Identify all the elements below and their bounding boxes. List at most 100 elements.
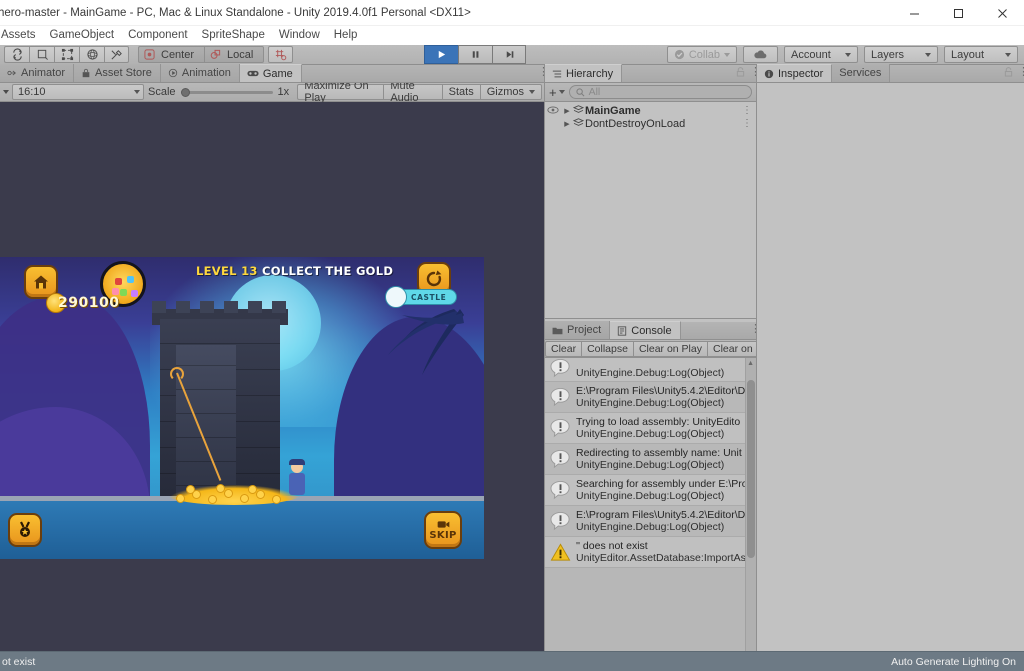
game-view-stage[interactable]: 290100 LEVEL 13 COLLECT THE GOLD CASTLE <box>0 102 544 669</box>
tab-asset-store-label: Asset Store <box>95 67 152 79</box>
log-text: E:\Program Files\Unity5.4.2\Editor\D Uni… <box>576 385 745 409</box>
log-row[interactable]: E:\Program Files\Unity5.4.2\Editor\D Uni… <box>545 506 756 537</box>
gizmos-button[interactable]: Gizmos <box>479 84 542 100</box>
game-render-area[interactable]: 290100 LEVEL 13 COLLECT THE GOLD CASTLE <box>0 257 484 559</box>
handle-label: Local <box>227 48 254 61</box>
log-row[interactable]: Trying to load assembly: UnityEdito Unit… <box>545 413 756 444</box>
tab-hierarchy[interactable]: Hierarchy <box>545 64 623 82</box>
scale-slider-group[interactable]: Scale 1x <box>144 86 289 98</box>
transform-tool-icon[interactable] <box>104 46 129 63</box>
tab-asset-store[interactable]: Asset Store <box>74 64 161 82</box>
pause-button[interactable] <box>458 45 492 64</box>
vertical-divider-right[interactable] <box>756 65 757 651</box>
coin-count: 290100 <box>58 295 120 311</box>
collapse-button[interactable]: Collapse <box>581 340 633 357</box>
level-number: LEVEL 13 <box>196 264 258 278</box>
pivot-center-button[interactable]: Center <box>138 46 205 63</box>
log-row[interactable]: '' does not exist UnityEditor.AssetDatab… <box>545 537 756 568</box>
step-button[interactable] <box>492 45 526 64</box>
tab-animator-label: Animator <box>21 67 66 79</box>
collab-caret-icon <box>724 52 730 57</box>
layers-dropdown[interactable]: Layers <box>864 46 938 63</box>
hierarchy-row-menu-icon[interactable]: ⋮ <box>742 105 752 116</box>
tab-services[interactable]: Services <box>832 64 891 82</box>
account-dropdown[interactable]: Account <box>784 46 858 63</box>
info-icon <box>550 358 571 379</box>
hierarchy-row-menu-icon[interactable]: ⋮ <box>742 118 752 129</box>
maximize-on-play-button[interactable]: Maximize On Play <box>297 80 384 104</box>
scale-slider-track[interactable] <box>180 87 273 97</box>
rotate-tool-icon[interactable] <box>79 46 104 63</box>
menu-help[interactable]: Help <box>327 26 365 45</box>
log-detail: UnityEngine.Debug:Log(Object) <box>576 367 725 379</box>
expand-arrow-icon[interactable]: ▶ <box>561 120 573 128</box>
aspect-ratio-dropdown[interactable]: 16:10 <box>12 84 144 100</box>
tab-game[interactable]: Game <box>239 64 302 82</box>
play-button[interactable] <box>424 45 458 64</box>
log-row[interactable]: Redirecting to assembly name: Unit Unity… <box>545 444 756 475</box>
tab-console[interactable]: Console <box>610 321 681 339</box>
stats-button[interactable]: Stats <box>441 84 480 100</box>
clear-on-play-button[interactable]: Clear on Play <box>632 340 707 357</box>
tab-animator[interactable]: Animator <box>0 64 75 82</box>
menu-component[interactable]: Component <box>121 26 194 45</box>
hierarchy-tree: ▶ MainGame ⋮ ▶ DontDestroyOnLoad ⋮ <box>545 102 756 317</box>
video-icon <box>437 520 449 528</box>
scroll-up-arrow-icon[interactable]: ▲ <box>747 360 754 367</box>
handle-local-button[interactable]: Local <box>204 46 265 63</box>
menu-assets[interactable]: Assets <box>0 26 43 45</box>
menu-spriteshape[interactable]: SpriteShape <box>195 26 272 45</box>
hierarchy-row-dontdestroyonload[interactable]: ▶ DontDestroyOnLoad ⋮ <box>545 117 756 130</box>
rect-tool-icon[interactable] <box>54 46 79 63</box>
scale-slider-knob[interactable] <box>180 87 190 97</box>
hierarchy-menu-icon[interactable]: ⋮ <box>750 67 761 78</box>
auto-generate-lighting-status[interactable]: Auto Generate Lighting On <box>891 656 1016 668</box>
clear-button[interactable]: Clear <box>545 340 582 357</box>
log-row[interactable]: Searching for assembly under E:\Pro Unit… <box>545 475 756 506</box>
medal-button[interactable] <box>8 513 42 547</box>
hierarchy-row-maingame[interactable]: ▶ MainGame ⋮ <box>545 104 756 117</box>
add-gameobject-button[interactable]: + <box>549 86 565 99</box>
display-caret-icon[interactable] <box>3 90 9 94</box>
skip-label: SKIP <box>429 529 457 541</box>
window-title: hero-master - MainGame - PC, Mac & Linux… <box>0 6 471 19</box>
game-panel-menu-icon[interactable]: ⋮ <box>538 67 549 78</box>
grid-snap-icon[interactable] <box>268 46 294 63</box>
clear-on-build-button[interactable]: Clear on Bu <box>706 340 756 357</box>
log-row[interactable]: E:\Program Files\Unity5.4.2\Editor\D Uni… <box>545 382 756 413</box>
vertical-divider-left[interactable] <box>544 65 545 651</box>
tab-project[interactable]: Project <box>545 321 611 339</box>
expand-arrow-icon[interactable]: ▶ <box>561 107 573 115</box>
player-character <box>286 459 308 501</box>
visibility-eye-icon[interactable] <box>545 105 561 116</box>
lock-icon[interactable] <box>1004 67 1013 77</box>
log-message: Searching for assembly under E:\Pro <box>576 478 746 490</box>
hand-tool-icon[interactable] <box>4 46 29 63</box>
castle-waypoint-tag: CASTLE <box>385 286 458 308</box>
cloud-button[interactable] <box>743 46 778 63</box>
maximize-button[interactable] <box>936 0 980 26</box>
menu-window[interactable]: Window <box>272 26 327 45</box>
hierarchy-search-input[interactable]: All <box>568 85 752 99</box>
console-log-list[interactable]: UnityEngine.Debug:Log(Object) E:\Program… <box>545 358 756 669</box>
collab-button[interactable]: Collab <box>666 46 737 63</box>
skip-button[interactable]: SKIP <box>424 511 462 549</box>
log-row[interactable]: UnityEngine.Debug:Log(Object) <box>545 358 756 382</box>
hierarchy-tab-icons: ⋮ <box>736 67 761 78</box>
tab-animation[interactable]: Animation <box>160 64 240 82</box>
horizontal-divider[interactable] <box>545 318 756 319</box>
minimize-button[interactable] <box>892 0 936 26</box>
layout-dropdown[interactable]: Layout <box>944 46 1018 63</box>
tab-console-label: Console <box>631 324 672 337</box>
close-button[interactable] <box>980 0 1024 26</box>
log-message: E:\Program Files\Unity5.4.2\Editor\D <box>576 385 746 397</box>
mute-audio-button[interactable]: Mute Audio <box>383 80 442 104</box>
lock-icon[interactable] <box>736 67 745 77</box>
console-scroll-thumb[interactable] <box>747 380 755 558</box>
tab-inspector[interactable]: Inspector <box>757 64 833 82</box>
inspector-menu-icon[interactable]: ⋮ <box>1018 67 1024 78</box>
console-menu-icon[interactable]: ⋮ <box>750 324 761 335</box>
move-tool-icon[interactable] <box>29 46 54 63</box>
console-scrollbar[interactable]: ▲ ▼ <box>745 358 756 669</box>
menu-gameobject[interactable]: GameObject <box>43 26 122 45</box>
